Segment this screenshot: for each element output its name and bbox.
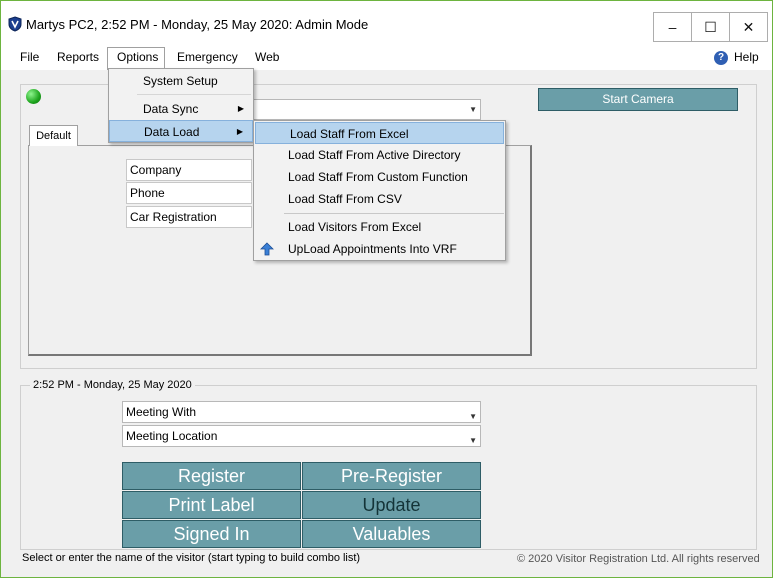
phone-field[interactable]: Phone xyxy=(126,182,252,204)
title-bar: Martys PC2, 2:52 PM - Monday, 25 May 202… xyxy=(1,1,772,46)
data-load-submenu: Load Staff From Excel Load Staff From Ac… xyxy=(253,120,506,261)
menu-bar: File Reports Options Emergency Web ? Hel… xyxy=(1,46,772,70)
menu-options[interactable]: Options xyxy=(117,50,158,64)
meeting-location-value: Meeting Location xyxy=(126,429,218,443)
menu-item-load-staff-custom[interactable]: Load Staff From Custom Function xyxy=(254,166,505,188)
menu-item-load-staff-csv[interactable]: Load Staff From CSV xyxy=(254,188,505,210)
menu-separator xyxy=(284,213,504,214)
car-registration-field[interactable]: Car Registration xyxy=(126,206,252,228)
menu-reports[interactable]: Reports xyxy=(57,50,99,64)
meeting-location-combo[interactable]: Meeting Location ▼ xyxy=(122,425,481,447)
upload-arrow-icon xyxy=(260,242,274,256)
window-controls: – ☐ ✕ xyxy=(653,12,768,42)
chevron-down-icon[interactable]: ▼ xyxy=(469,407,477,427)
update-button[interactable]: Update xyxy=(302,491,481,519)
menu-file[interactable]: File xyxy=(20,50,39,64)
signed-in-button[interactable]: Signed In xyxy=(122,520,301,548)
tab-default[interactable]: Default xyxy=(29,125,78,146)
menu-separator xyxy=(137,94,251,95)
status-hint: Select or enter the name of the visitor … xyxy=(22,552,361,564)
close-button[interactable]: ✕ xyxy=(730,13,767,41)
print-label-button[interactable]: Print Label xyxy=(122,491,301,519)
date-time-legend: 2:52 PM - Monday, 25 May 2020 xyxy=(30,379,195,391)
menu-item-label: System Setup xyxy=(143,74,218,88)
pre-register-button[interactable]: Pre-Register xyxy=(302,462,481,490)
help-icon: ? xyxy=(714,51,728,65)
menu-item-data-sync[interactable]: Data Sync ▶ xyxy=(109,98,253,120)
menu-item-data-load[interactable]: Data Load ▶ xyxy=(109,120,253,142)
chevron-down-icon[interactable]: ▼ xyxy=(469,431,477,451)
minimize-button[interactable]: – xyxy=(654,13,692,41)
menu-item-label: Data Load xyxy=(144,125,200,139)
visitor-name-combo[interactable]: ▼ xyxy=(251,99,481,120)
window-title: Martys PC2, 2:52 PM - Monday, 25 May 202… xyxy=(26,17,369,32)
status-light-icon xyxy=(26,89,41,104)
menu-item-load-staff-ad[interactable]: Load Staff From Active Directory xyxy=(254,144,505,166)
meeting-with-value: Meeting With xyxy=(126,405,197,419)
action-buttons: Register Pre-Register Print Label Update… xyxy=(122,462,482,549)
chevron-down-icon[interactable]: ▼ xyxy=(469,105,477,114)
menu-item-load-visitors-excel[interactable]: Load Visitors From Excel xyxy=(254,216,505,238)
menu-item-label: UpLoad Appointments Into VRF xyxy=(288,242,457,256)
maximize-button[interactable]: ☐ xyxy=(692,13,730,41)
valuables-button[interactable]: Valuables xyxy=(302,520,481,548)
menu-web[interactable]: Web xyxy=(255,50,279,64)
register-button[interactable]: Register xyxy=(122,462,301,490)
menu-item-load-staff-excel[interactable]: Load Staff From Excel xyxy=(255,122,504,144)
meeting-with-combo[interactable]: Meeting With ▼ xyxy=(122,401,481,423)
app-shield-icon xyxy=(8,16,22,32)
menu-emergency[interactable]: Emergency xyxy=(177,50,238,64)
copyright-text: © 2020 Visitor Registration Ltd. All rig… xyxy=(517,553,760,565)
options-dropdown: System Setup Data Sync ▶ Data Load ▶ xyxy=(108,68,254,143)
start-camera-button[interactable]: Start Camera xyxy=(538,88,738,111)
app-window: Martys PC2, 2:52 PM - Monday, 25 May 202… xyxy=(0,0,773,578)
menu-item-system-setup[interactable]: System Setup xyxy=(109,70,253,92)
menu-item-upload-appointments[interactable]: UpLoad Appointments Into VRF xyxy=(254,238,505,260)
help-label: Help xyxy=(734,50,759,64)
chevron-right-icon: ▶ xyxy=(237,104,244,113)
chevron-right-icon: ▶ xyxy=(236,127,243,136)
menu-item-label: Data Sync xyxy=(143,102,199,116)
company-field[interactable]: Company xyxy=(126,159,252,181)
